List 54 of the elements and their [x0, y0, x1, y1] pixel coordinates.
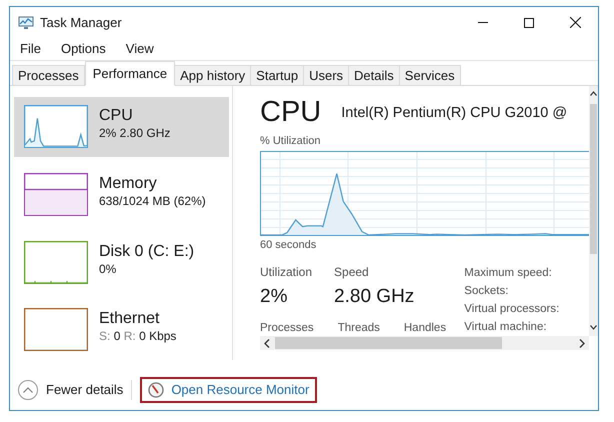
- graph-time-span: 60 seconds: [260, 238, 316, 252]
- tab[interactable]: Users: [303, 65, 350, 86]
- stat-label: Handles: [404, 321, 446, 336]
- open-resource-monitor-link[interactable]: Open Resource Monitor: [171, 380, 310, 400]
- device-name: Disk 0 (C: E:): [99, 242, 194, 260]
- stat-value: 2%: [260, 285, 288, 309]
- device-usage: 638/1024 MB (62%): [99, 192, 206, 209]
- device-name: Memory: [99, 174, 157, 193]
- scrollbar-thumb[interactable]: [275, 337, 502, 349]
- scroll-up-icon: [590, 91, 597, 96]
- tab[interactable]: App history: [174, 65, 252, 86]
- fewer-details-icon[interactable]: [18, 380, 38, 400]
- stat-label: Utilization: [260, 264, 312, 280]
- tab[interactable]: Performance: [84, 61, 176, 86]
- tab[interactable]: Processes: [12, 65, 85, 86]
- fewer-details-link[interactable]: Fewer details: [46, 380, 132, 400]
- device-usage: S: 0 R: 0 Kbps: [99, 328, 176, 344]
- scroll-right-icon: [579, 338, 585, 348]
- stat-label: Processes: [260, 321, 314, 336]
- window-title: Task Manager: [40, 14, 122, 32]
- stat-label: Threads: [338, 321, 380, 336]
- menu-item[interactable]: View: [122, 39, 157, 59]
- cpu-heading: CPU: [260, 96, 322, 128]
- tab[interactable]: Services: [398, 65, 461, 86]
- maximize-icon: [524, 18, 534, 28]
- stat-label: Speed: [334, 264, 369, 280]
- processor-model: Intel(R) Pentium(R) CPU G2010 @: [341, 104, 568, 124]
- minimize-icon: [478, 22, 488, 23]
- sidebar-item[interactable]: Ethernet S: 0 R: 0 Kbps: [14, 300, 229, 360]
- sidebar-item[interactable]: Memory 638/1024 MB (62%): [14, 164, 229, 224]
- scroll-down-icon: [590, 325, 597, 330]
- vertical-scrollbar[interactable]: [589, 86, 598, 336]
- info-label: Virtual machine:: [464, 320, 547, 335]
- device-name: CPU: [99, 106, 133, 125]
- device-usage: 2% 2.80 GHz: [99, 125, 170, 141]
- device-usage: 0%: [99, 260, 116, 276]
- close-icon: [570, 17, 580, 28]
- menu-item[interactable]: Options: [58, 39, 109, 59]
- info-label: Virtual processors:: [464, 302, 560, 317]
- graph-label: % Utilization: [260, 134, 321, 148]
- info-label: Sockets:: [464, 284, 508, 299]
- sidebar-item[interactable]: CPU 2% 2.80 GHz: [14, 97, 229, 157]
- tab[interactable]: Startup: [250, 65, 304, 86]
- gauge-icon: [148, 382, 164, 398]
- sidebar-item[interactable]: Disk 0 (C: E:) 0%: [14, 232, 229, 292]
- device-name: Ethernet: [99, 309, 160, 328]
- stat-value: 2.80 GHz: [334, 285, 414, 309]
- scrollbar-thumb[interactable]: [590, 104, 597, 254]
- task-manager-icon: [18, 16, 34, 30]
- info-label: Maximum speed:: [464, 266, 552, 281]
- scroll-left-icon: [264, 338, 270, 348]
- menu-item[interactable]: File: [17, 39, 44, 59]
- tab[interactable]: Details: [348, 65, 400, 86]
- horizontal-scrollbar[interactable]: [260, 336, 589, 350]
